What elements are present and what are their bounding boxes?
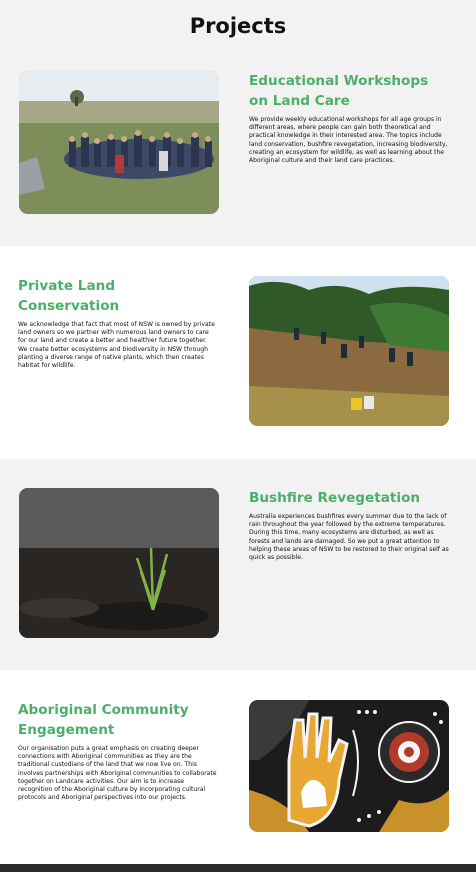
aboriginal-artwork-image — [249, 700, 449, 832]
project-text: Private Land Conservation We acknowledge… — [18, 276, 218, 370]
project-title: Educational Workshops on Land Care — [249, 73, 429, 109]
page-header: Projects — [0, 0, 476, 52]
project-title: Private Land Conservation — [18, 278, 120, 314]
project-text: Bushfire Revegetation Australia experien… — [249, 488, 449, 562]
project-aboriginal-community-engagement: Aboriginal Community Engagement Our orga… — [0, 670, 476, 864]
project-description: We acknowledge that fact that most of NS… — [18, 321, 215, 370]
planting-hillside-photo — [249, 276, 449, 426]
project-description: We provide weekly educational workshops … — [249, 116, 448, 165]
project-private-land-conservation: Private Land Conservation We acknowledge… — [0, 246, 476, 459]
project-title: Bushfire Revegetation — [249, 490, 421, 506]
footer-bar — [0, 864, 476, 872]
project-title: Aboriginal Community Engagement — [18, 702, 189, 738]
project-description: Australia experiences bushfires every su… — [249, 513, 449, 562]
project-description: Our organisation puts a great emphasis o… — [18, 745, 217, 802]
project-bushfire-revegetation: Bushfire Revegetation Australia experien… — [0, 459, 476, 670]
seedling-ash-photo — [19, 488, 219, 638]
project-text: Aboriginal Community Engagement Our orga… — [18, 700, 218, 802]
workshop-group-photo — [19, 71, 219, 214]
project-text: Educational Workshops on Land Care We pr… — [249, 71, 449, 165]
page-title: Projects — [189, 14, 287, 38]
project-educational-workshops: Educational Workshops on Land Care We pr… — [0, 52, 476, 246]
